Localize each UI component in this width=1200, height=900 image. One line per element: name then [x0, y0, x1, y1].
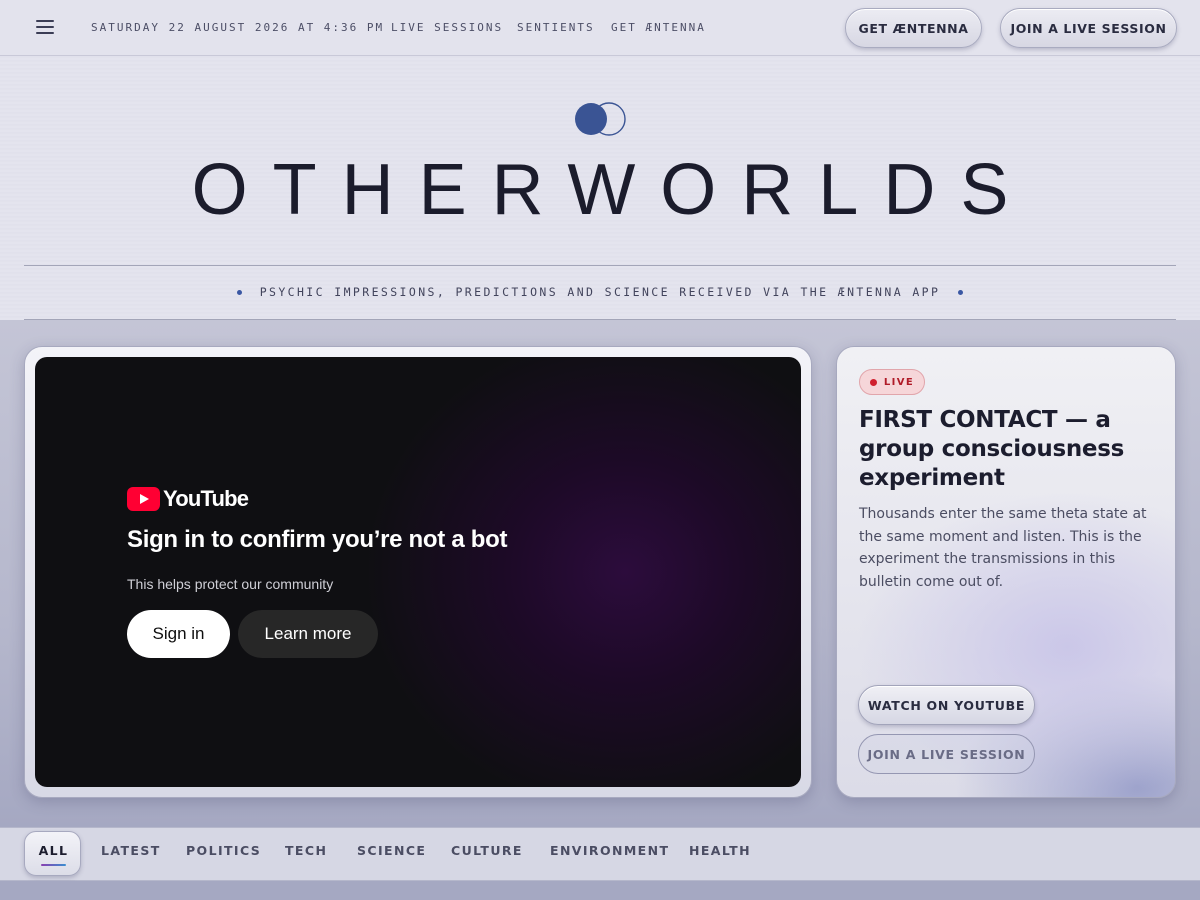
live-dot-icon: [869, 378, 877, 386]
feature-description: Thousands enter the same theta state at …: [859, 506, 1147, 590]
join-live-session-button-secondary[interactable]: JOIN A LIVE SESSION: [858, 734, 1035, 774]
bullet-dot-icon: [236, 289, 242, 295]
learn-more-button[interactable]: Learn more: [238, 610, 378, 658]
live-badge-label: LIVE: [883, 376, 915, 388]
youtube-logo: YouTube: [127, 486, 249, 512]
tagline-row: PSYCHIC IMPRESSIONS, PREDICTIONS AND SCI…: [0, 284, 1200, 300]
category-tab-science[interactable]: SCIENCE: [357, 843, 426, 858]
divider: [24, 265, 1176, 266]
category-tab-environment[interactable]: ENVIRONMENT: [550, 843, 669, 858]
category-tab-latest[interactable]: LATEST: [101, 843, 161, 858]
current-date: SATURDAY 22 AUGUST 2026 AT 4:36 PM: [91, 21, 385, 34]
top-nav-bar: SATURDAY 22 AUGUST 2026 AT 4:36 PM LIVE …: [0, 0, 1200, 56]
active-tab-indicator: [41, 864, 66, 866]
category-tab-label: ALL: [38, 843, 69, 858]
bot-check-heading: Sign in to confirm you’re not a bot: [127, 526, 508, 553]
category-tab-politics[interactable]: POLITICS: [186, 843, 261, 858]
bullet-dot-icon: [958, 289, 964, 295]
bot-check-subtext: This helps protect our community: [127, 576, 334, 592]
eclipse-logo-icon: [575, 102, 626, 136]
category-tab-all[interactable]: ALL: [24, 831, 81, 876]
live-badge: LIVE: [859, 369, 925, 395]
sign-in-button[interactable]: Sign in: [127, 610, 230, 658]
get-aentenna-button[interactable]: GET ÆNTENNA: [845, 8, 982, 48]
youtube-wordmark: YouTube: [163, 486, 249, 511]
category-tab-health[interactable]: HEALTH: [689, 843, 751, 858]
category-tab-tech[interactable]: TECH: [285, 843, 327, 858]
category-tab-culture[interactable]: CULTURE: [451, 843, 523, 858]
youtube-embed[interactable]: YouTube Sign in to confirm you’re not a …: [35, 357, 801, 787]
site-tagline: PSYCHIC IMPRESSIONS, PREDICTIONS AND SCI…: [259, 285, 941, 299]
menu-icon[interactable]: [36, 20, 54, 35]
nav-link-live-sessions[interactable]: LIVE SESSIONS: [391, 21, 503, 34]
page-background: [0, 881, 1200, 900]
join-live-session-button[interactable]: JOIN A LIVE SESSION: [1000, 8, 1177, 48]
watch-on-youtube-button[interactable]: WATCH ON YOUTUBE: [858, 685, 1035, 725]
feature-title: FIRST CONTACT — a group consciousness ex…: [859, 407, 1124, 491]
nav-link-sentients[interactable]: SENTIENTS: [517, 21, 595, 34]
youtube-play-icon: [127, 487, 160, 511]
site-wordmark: OTHERWORLDS: [191, 150, 1034, 230]
nav-link-get-aentenna[interactable]: GET ÆNTENNA: [611, 21, 706, 34]
